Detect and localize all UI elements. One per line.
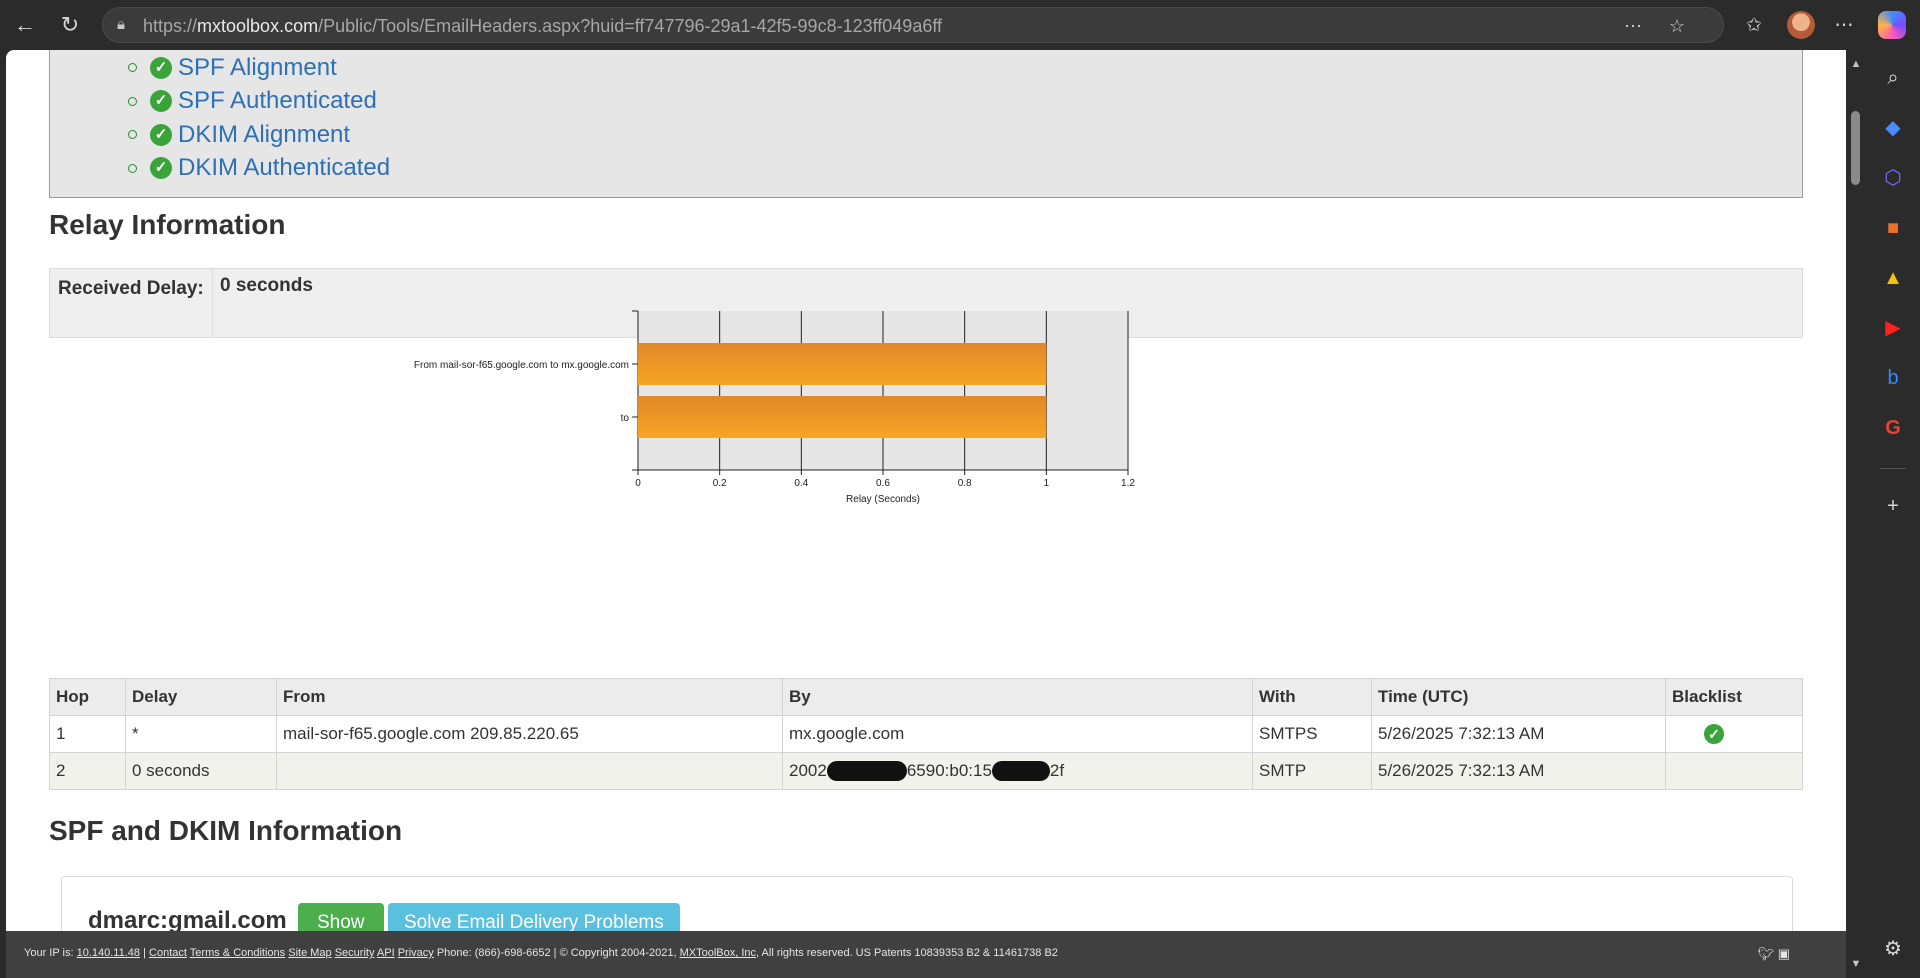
scroll-up-icon[interactable]: ▲ (1850, 58, 1862, 70)
relay-chart: 0 0.2 0.4 0.6 0.8 1 1.2 From mail-sor-f65.googl… (414, 310, 1135, 505)
footer-phone: Phone: (866)-698-6652 (436, 947, 551, 959)
blog-icon[interactable]: ▣ (1778, 946, 1790, 961)
x-tick-label: 0 (635, 478, 641, 489)
browser-sidebar: ⌕ ◆ ⬡ ■ ▲ ▶ b G + ⚙ (1866, 50, 1920, 978)
table-row: 2 0 seconds 2002 6590:b0:15 2f SMTP 5/26/2… (49, 752, 1803, 790)
redaction-mark (991, 761, 1050, 782)
search-icon[interactable]: ⌕ (1879, 64, 1907, 92)
blacklist-ok-icon[interactable]: ✓ (1704, 724, 1724, 744)
x-tick-label: 1.2 (1121, 478, 1135, 489)
profile-avatar[interactable] (1787, 11, 1815, 39)
col-time: Time (UTC) (1371, 678, 1666, 716)
by-cell: mx.google.com (782, 715, 1253, 753)
col-blacklist: Blacklist (1665, 678, 1803, 716)
by-part-3: 2f (1049, 760, 1065, 780)
by-cell: 2002 6590:b0:15 2f (782, 752, 1253, 790)
from-cell: mail-sor-f65.google.com 209.85.220.65 (276, 715, 783, 753)
ip-link[interactable]: 10.140.11.48 (77, 947, 140, 959)
x-tick-label: 0.4 (794, 478, 808, 489)
bar (638, 343, 1047, 385)
bing-icon[interactable]: b (1879, 364, 1907, 392)
tools-briefcase-icon[interactable]: ■ (1879, 214, 1907, 242)
address-bar[interactable]: 🔒︎ https://mxtoolbox.com/Public/Tools/Em… (102, 7, 1724, 43)
page-viewport: ✓ SPF Alignment ✓ SPF Authenticated ✓ DKIM Al… (6, 50, 1846, 978)
shopping-tag-icon[interactable]: ◆ (1879, 114, 1907, 142)
x-tick-label: 0.8 (958, 478, 972, 489)
settings-gear-icon[interactable]: ⚙ (1879, 935, 1907, 963)
hops-header-row: Hop Delay From By With Time (UTC) Blackl… (49, 678, 1803, 716)
back-icon[interactable]: ← (10, 10, 40, 40)
time-cell: 5/26/2025 7:32:13 AM (1371, 752, 1666, 790)
time-cell: 5/26/2025 7:32:13 AM (1371, 715, 1666, 753)
blacklist-cell: ✓ (1665, 715, 1803, 753)
favorite-star-icon[interactable]: ☆ (1665, 14, 1689, 38)
social-links: 🐦︎ ▣ (1758, 946, 1790, 962)
footer-link-privacy[interactable]: Privacy (398, 947, 434, 959)
more-menu-icon[interactable]: ⋯ (1830, 12, 1858, 40)
col-hop: Hop (49, 678, 126, 716)
footer-copyright: © Copyright 2004-2021, (559, 947, 677, 959)
col-by: By (782, 678, 1253, 716)
by-part-1: 2002 (789, 760, 827, 780)
footer-link-api[interactable]: API (377, 947, 395, 959)
footer-company-link[interactable]: MXToolBox, Inc (680, 947, 756, 959)
google-icon[interactable]: G (1879, 414, 1907, 442)
twitter-icon[interactable]: 🐦︎ (1758, 946, 1775, 961)
delay-cell: 0 seconds (125, 752, 277, 790)
browser-toolbar: ← ↻ 🔒︎ https://mxtoolbox.com/Public/Tool… (0, 0, 1920, 50)
by-part-2: 6590:b0:15 (906, 760, 992, 780)
hop-cell: 2 (49, 752, 126, 790)
favorites-icon[interactable]: ✩ (1740, 12, 1768, 40)
scroll-down-icon[interactable]: ▼ (1850, 958, 1862, 970)
refresh-icon[interactable]: ↻ (55, 10, 85, 40)
sidebar-divider (1880, 468, 1906, 469)
footer-link-sitemap[interactable]: Site Map (288, 947, 331, 959)
copilot-icon[interactable] (1878, 11, 1906, 39)
add-icon[interactable]: + (1879, 492, 1907, 520)
footer-link-security[interactable]: Security (335, 947, 375, 959)
url-text[interactable]: https://mxtoolbox.com/Public/Tools/Email… (143, 16, 942, 37)
col-from: From (276, 678, 783, 716)
delay-cell: * (125, 715, 277, 753)
table-row: 1 * mail-sor-f65.google.com 209.85.220.6… (49, 715, 1803, 753)
google-drive-icon[interactable]: ▲ (1879, 264, 1907, 292)
col-with: With (1252, 678, 1372, 716)
youtube-icon[interactable]: ▶ (1879, 314, 1907, 342)
with-cell: SMTP (1252, 752, 1372, 790)
blacklist-cell (1665, 752, 1803, 790)
with-cell: SMTPS (1252, 715, 1372, 753)
footer-rights: , All rights reserved. US Patents 108393… (756, 947, 1058, 959)
footer-link-contact[interactable]: Contact (149, 947, 187, 959)
site-footer: Your IP is: 10.140.11.48 | Contact Terms… (6, 931, 1846, 978)
site-info-icon[interactable]: 🔒︎ (117, 16, 135, 34)
footer-link-terms[interactable]: Terms & Conditions (190, 947, 285, 959)
scroll-thumb[interactable] (1851, 111, 1860, 185)
ip-label: Your IP is: (24, 947, 74, 959)
reading-mode-icon[interactable]: ⋯ (1621, 14, 1645, 38)
footer-text: Your IP is: 10.140.11.48 | Contact Terms… (24, 947, 1058, 959)
y-category-label: to (621, 413, 630, 424)
bar (638, 396, 1047, 438)
redaction-mark (826, 761, 907, 782)
copilot-sidebar-icon[interactable]: ⬡ (1879, 164, 1907, 192)
x-axis-label: Relay (Seconds) (846, 494, 920, 505)
from-cell (276, 752, 783, 790)
page-scrollbar[interactable]: ▲ ▼ (1846, 50, 1866, 978)
x-tick-label: 0.6 (876, 478, 890, 489)
col-delay: Delay (125, 678, 277, 716)
x-tick-label: 1 (1044, 478, 1050, 489)
hop-cell: 1 (49, 715, 126, 753)
y-category-label: From mail-sor-f65.google.com to mx.googl… (414, 360, 629, 371)
x-tick-label: 0.2 (713, 478, 727, 489)
hops-table: Hop Delay From By With Time (UTC) Blackl… (49, 678, 1803, 790)
spf-dkim-heading: SPF and DKIM Information (49, 815, 403, 846)
